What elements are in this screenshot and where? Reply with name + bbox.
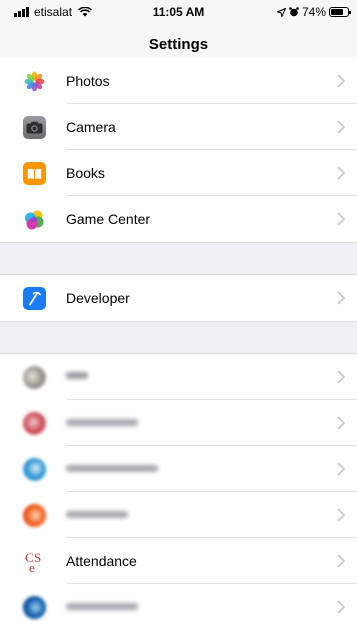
settings-list: Photos Camera Books Game Center Develope… [0,58,357,628]
app-icon [23,366,46,389]
app-icon [23,504,46,527]
chevron-right-icon [337,554,345,568]
settings-row-photos[interactable]: Photos [0,58,357,104]
battery-percent: 74% [301,5,326,19]
chevron-right-icon [337,462,345,476]
settings-row-label: Camera [66,119,116,135]
redacted-label [66,465,158,472]
settings-row-redacted-4[interactable] [0,492,357,538]
settings-row-label: Game Center [66,211,151,227]
chevron-right-icon [337,212,345,226]
chevron-right-icon [337,120,345,134]
svg-text:S: S [34,550,41,565]
redacted-label [66,372,88,379]
battery-fill [331,9,343,15]
settings-row-label: Developer [66,290,130,306]
settings-row-redacted-5[interactable] [0,584,357,628]
app-icon [23,412,46,435]
settings-row-camera[interactable]: Camera [0,104,357,150]
settings-row-redacted-3[interactable] [0,446,357,492]
group-spacer [0,321,357,354]
settings-row-label: Photos [66,73,110,89]
status-right: 74% [276,5,351,19]
photos-icon [23,70,46,93]
settings-row-redacted-1[interactable] [0,354,357,400]
camera-icon [23,116,46,139]
group-spacer [0,242,357,275]
settings-row-attendance[interactable]: C S e Attendance [0,538,357,584]
chevron-right-icon [337,74,345,88]
alarm-icon [289,7,299,17]
app-icon [23,458,46,481]
developer-icon [23,287,46,310]
location-arrow-icon [276,7,286,17]
svg-text:e: e [29,560,35,573]
settings-row-books[interactable]: Books [0,150,357,196]
settings-row-developer[interactable]: Developer [0,275,357,321]
chevron-right-icon [337,508,345,522]
chevron-right-icon [337,416,345,430]
books-icon [23,162,46,185]
chevron-right-icon [337,370,345,384]
settings-row-redacted-2[interactable] [0,400,357,446]
chevron-right-icon [337,291,345,305]
status-bar: etisalat 11:05 AM 74% [0,0,357,24]
settings-row-label: Attendance [66,553,137,569]
cse-icon: C S e [23,550,46,573]
chevron-right-icon [337,166,345,180]
redacted-label [66,603,138,610]
settings-row-label: Books [66,165,105,181]
game-center-icon [23,208,46,231]
redacted-label [66,511,128,518]
battery-icon [329,7,351,17]
redacted-label [66,419,138,426]
settings-row-game-center[interactable]: Game Center [0,196,357,242]
app-icon [23,596,46,619]
chevron-right-icon [337,600,345,614]
